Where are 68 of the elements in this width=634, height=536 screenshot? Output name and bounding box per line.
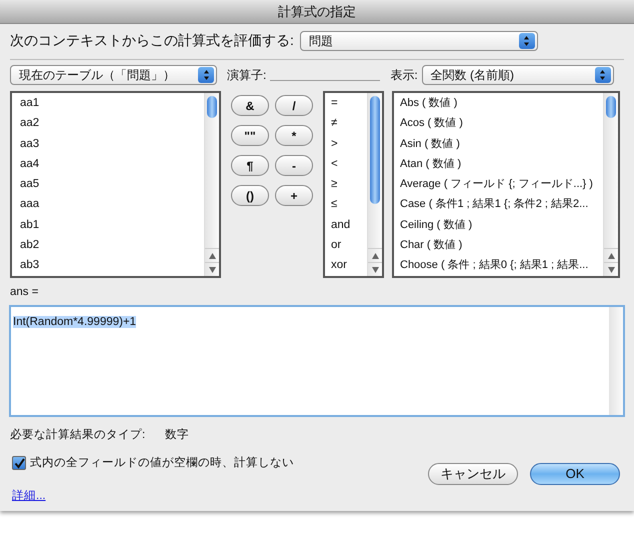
operators-label: 演算子: [227,67,266,84]
operator-list-item[interactable]: ≠ [325,113,367,134]
field-list-item[interactable]: ab3 [12,255,204,276]
popup-button[interactable]: 現在のテーブル（「問題」） [10,65,217,85]
operator-list-item[interactable]: or [325,235,367,256]
operator-list-item[interactable]: = [325,93,367,114]
popup-arrows-icon [518,32,535,48]
view-label: 表示: [390,67,418,84]
operator-list-item[interactable]: ≤ [325,194,367,215]
ok-button[interactable]: OK [530,462,620,484]
scrollbar[interactable] [204,93,219,276]
field-list-item[interactable]: aa4 [12,154,204,174]
function-list-item[interactable]: Ceiling ( 数値 ) [394,214,603,236]
popup-arrows-icon [594,67,611,83]
field-list-item[interactable]: ab1 [12,214,204,236]
operator-button[interactable]: + [275,185,313,206]
operator-button[interactable]: * [275,125,313,146]
result-type-value: 数字 [165,427,190,444]
operator-list-item[interactable]: ≥ [325,174,367,194]
popup-arrows-icon [198,67,214,83]
function-list-item[interactable]: Char ( 数値 ) [394,235,603,256]
cancel-button[interactable]: キャンセル [428,462,518,484]
field-list-item[interactable]: aa1 [12,93,204,114]
function-list-item[interactable]: Asin ( 数値 ) [394,134,603,154]
scroll-thumb[interactable] [606,96,616,118]
result-type-label: 必要な計算結果のタイプ: [10,427,146,444]
scrollbar[interactable] [603,93,618,276]
function-list-item[interactable]: Abs ( 数値 ) [394,93,603,114]
formula-editor[interactable]: Int(Random*4.99999)+1 [9,305,625,418]
scroll-thumb[interactable] [370,96,380,204]
field-list-item[interactable]: aa5 [12,174,204,194]
formula-text: Int(Random*4.99999)+1 [13,316,136,328]
popup-button[interactable]: 問題 [300,30,538,50]
scroll-up-icon[interactable] [608,252,614,258]
scrollbar[interactable] [367,93,382,276]
operator-button[interactable]: ¶ [231,155,269,176]
field-list-item[interactable]: aa2 [12,113,204,134]
scroll-up-icon[interactable] [208,252,216,258]
context-label: 次のコンテキストからこの計算式を評価する: [10,31,294,50]
operator-button[interactable]: "" [231,125,269,146]
scroll-down-icon[interactable] [208,266,216,272]
function-list-item[interactable]: Average ( フィールド {; フィールド...} ) [394,174,603,194]
field-list-item[interactable]: aa3 [12,134,204,154]
scroll-up-icon[interactable] [372,252,378,258]
operator-button[interactable]: () [231,185,269,206]
function-list-item[interactable]: Acos ( 数値 ) [394,113,603,134]
scroll-down-icon[interactable] [372,266,378,272]
formula-label: ans = [9,285,40,300]
window-title: 計算式の指定 [278,2,356,21]
function-list-item[interactable]: Choose ( 条件 ; 結果0 {; 結果1 ; 結果... [394,255,603,276]
scroll-thumb[interactable] [207,96,217,118]
checkbox[interactable] [12,456,26,470]
operator-button[interactable]: - [275,155,313,176]
function-list-item[interactable]: Atan ( 数値 ) [394,154,603,174]
function-list-item[interactable]: Case ( 条件1 ; 結果1 {; 条件2 ; 結果2... [394,194,603,215]
operator-list-item[interactable]: < [325,154,367,174]
scroll-down-icon[interactable] [608,266,614,272]
scrollbar[interactable] [609,307,623,416]
operator-list-item[interactable]: > [325,134,367,154]
field-list-item[interactable]: ab2 [12,235,204,256]
operator-list-item[interactable]: and [325,214,367,236]
field-list-item[interactable]: aaa [12,194,204,215]
operator-list-item[interactable]: xor [325,255,367,276]
popup-button[interactable]: 全関数 (名前順) [422,65,614,85]
operator-button[interactable]: / [275,95,313,116]
checkbox-label: 式内の全フィールドの値が空欄の時、計算しない [30,455,294,470]
operator-button[interactable]: & [231,95,269,116]
details-link[interactable]: 詳細... [12,488,294,505]
